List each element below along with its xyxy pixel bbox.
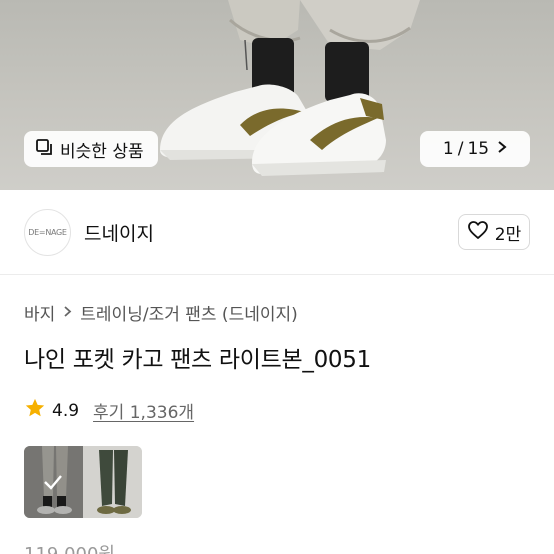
rating-row: 4.9 후기 1,336개 [24, 397, 194, 424]
color-option-selected[interactable] [24, 446, 83, 518]
page-separator: / [457, 139, 464, 159]
similar-products-label: 비슷한 상품 [60, 141, 144, 162]
review-count-link[interactable]: 후기 1,336개 [93, 398, 194, 423]
original-price: 119,000원 [24, 540, 115, 554]
heart-icon [467, 220, 489, 245]
like-count: 2만 [494, 224, 522, 245]
page-current: 1 [442, 139, 454, 159]
similar-icon [34, 137, 54, 162]
brand-logo[interactable]: DE=NAGE [24, 209, 71, 256]
like-button[interactable]: 2만 [458, 214, 530, 250]
breadcrumb-item-category[interactable]: 바지 [24, 300, 55, 325]
thumbnail-image [83, 446, 142, 518]
breadcrumb-item-subcategory[interactable]: 트레이닝/조거 팬츠 (드네이지) [80, 300, 297, 325]
similar-products-button[interactable]: 비슷한 상품 [24, 131, 158, 167]
chevron-right-icon [497, 139, 507, 159]
breadcrumb: 바지 트레이닝/조거 팬츠 (드네이지) [24, 300, 298, 325]
brand-name[interactable]: 드네이지 [84, 219, 154, 246]
chevron-right-icon [63, 304, 72, 322]
brand-row: DE=NAGE 드네이지 2만 [0, 190, 554, 275]
check-icon [43, 474, 63, 494]
product-image-carousel[interactable]: 비슷한 상품 1 / 15 [0, 0, 554, 190]
star-icon [24, 397, 46, 424]
brand-logo-text: DE=NAGE [28, 228, 67, 237]
image-page-counter[interactable]: 1 / 15 [420, 131, 530, 167]
color-option[interactable] [83, 446, 142, 518]
page-total: 15 [467, 139, 490, 159]
rating-score: 4.9 [52, 400, 80, 421]
product-title: 나인 포켓 카고 팬츠 라이트본_0051 [24, 347, 371, 373]
color-options [24, 446, 142, 518]
